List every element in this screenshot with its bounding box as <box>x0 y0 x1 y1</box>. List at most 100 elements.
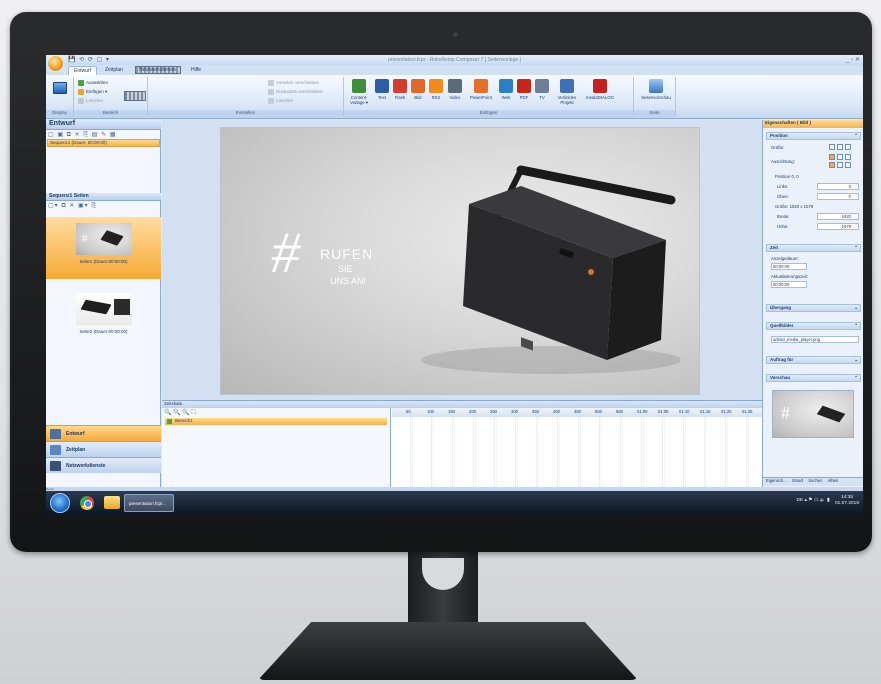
quellbild-field[interactable]: adroid_media_player.png <box>771 336 859 343</box>
section-position-label: Position <box>770 133 788 138</box>
section-position[interactable]: Position ⌃ <box>766 132 861 140</box>
sequence-item[interactable]: Sequenz1 (Dauer: 00:00:00) <box>47 139 160 147</box>
align-top-icon[interactable] <box>837 154 843 160</box>
nav-entwurf-label: Entwurf <box>66 431 85 437</box>
insert-button-2[interactable]: Flash <box>392 78 408 109</box>
timeline-tick: 01:25 <box>742 409 753 414</box>
timeline-zoom-tools[interactable]: 🔍 🔍 🔍 ⛶ <box>164 409 196 417</box>
tab-zeitplan[interactable]: Zeitplan <box>100 66 128 75</box>
oben-label: Oben: <box>777 194 789 199</box>
size-fill-icon[interactable] <box>837 144 843 150</box>
section-quellbilder[interactable]: Quellbilder ⌃ <box>766 322 861 330</box>
ribbon: Display Auswählen Einfügen ▾ Löschen Ber… <box>46 75 863 119</box>
auswaehlen-button[interactable]: Auswählen <box>78 80 108 88</box>
insert-type-icon <box>429 79 443 93</box>
timeline-row-label: Bereich1 <box>175 418 193 423</box>
section-zeit[interactable]: Zeit ⌃ <box>766 244 861 252</box>
insert-button-6[interactable]: PowerPoint <box>466 78 496 109</box>
loeschen-button[interactable]: Löschen <box>78 98 103 106</box>
nav-zeitplan[interactable]: Zeitplan <box>46 441 161 457</box>
pages-toolbar[interactable]: ▢▾ ⧉ ✕ ▣▾ ⎘ <box>48 202 97 210</box>
tab-smart[interactable]: Smart <box>792 478 803 483</box>
section-zeit-label: Zeit <box>770 245 779 250</box>
rueckwaerts-button[interactable]: Rückwärts verschieben <box>268 89 323 97</box>
folder-icon[interactable] <box>104 496 120 509</box>
application-menu-button[interactable] <box>48 56 63 71</box>
hoehe-input[interactable]: 1079 <box>817 223 859 230</box>
clock-time: 14:35 <box>840 495 853 500</box>
einfuegen-dropdown[interactable]: Einfügen ▾ <box>78 89 107 97</box>
section-uebergang[interactable]: Übergang ⌄ <box>766 304 861 312</box>
ribbon-group-einfuegen: Content-Vorlage ▾ Text Flash Bild RSS Video Po… <box>344 77 634 117</box>
timeline-row-bereich1[interactable]: Bereich1 <box>165 418 387 425</box>
insert-button-7[interactable]: Web <box>498 78 514 109</box>
page-1-label: Seite1 (Dauer:00:00:00) <box>79 259 128 264</box>
insert-button-1[interactable]: Text <box>374 78 390 109</box>
windows-taskbar: presentation.fcpr... DE ▴ ⚑ ▭ 🔈 ▮ 14:35 0… <box>46 491 863 515</box>
chevron-up-icon: ⌃ <box>854 245 858 250</box>
links-label: Links: <box>777 184 789 189</box>
tab-netzwerkdienste[interactable]: Netzwerkdienste <box>134 66 181 75</box>
seitenvorschau-button[interactable]: Seitenvorschau <box>640 78 672 109</box>
sequence-toolbar[interactable]: ▢ ▣ ⧉ ✕ ⎘ ▤ ✎ ▦ <box>48 131 116 139</box>
pages-panel-title: Sequenz1 Seiten <box>46 193 161 201</box>
size-stretch-icon[interactable] <box>845 144 851 150</box>
align-top-right-icon[interactable] <box>845 154 851 160</box>
insert-button-5[interactable]: Video <box>446 78 464 109</box>
tray-icons[interactable]: DE ▴ ⚑ ▭ 🔈 ▮ <box>796 498 829 503</box>
align-left-icon[interactable] <box>829 162 835 168</box>
section-auftrag[interactable]: Auftrag für ⌄ <box>766 356 861 364</box>
section-vorschau[interactable]: Vorschau ⌃ <box>766 374 861 382</box>
align-top-left-icon[interactable] <box>829 154 835 160</box>
page-thumbnail-2[interactable]: Seite2 (Dauer:00:00:00) <box>46 287 161 349</box>
insert-button-3[interactable]: Bild <box>410 78 426 109</box>
timeline-tick: 01:15 <box>700 409 711 414</box>
tab-eigenschaften[interactable]: Eigensch... <box>766 478 787 483</box>
window-controls[interactable]: _ ▫ ✕ <box>846 56 860 63</box>
nav-entwurf[interactable]: Entwurf <box>46 425 161 441</box>
anzeigedauer-input[interactable]: 00:00:00 <box>771 263 807 270</box>
insert-type-icon <box>448 79 462 93</box>
insert-button-4[interactable]: RSS <box>428 78 444 109</box>
language-indicator[interactable]: DE <box>796 498 803 503</box>
tab-entwurf[interactable]: Entwurf <box>68 66 97 75</box>
insert-button-0[interactable]: Content-Vorlage ▾ <box>346 78 372 109</box>
tab-alben[interactable]: Alben <box>828 478 839 483</box>
oben-input[interactable]: 0 <box>817 193 859 200</box>
clock[interactable]: 14:35 01.07.2016 <box>835 495 859 507</box>
align-right-icon[interactable] <box>845 162 851 168</box>
timeline-tick: 200 <box>469 409 476 414</box>
einstellen-loeschen-button[interactable]: Löschen <box>268 98 293 106</box>
insert-button-8[interactable]: PDF <box>516 78 532 109</box>
display-monitor-icon[interactable] <box>53 82 67 94</box>
ribbon-tab-bar: Entwurf Zeitplan Netzwerkdienste Hilfe <box>46 65 863 75</box>
taskbar-app-button[interactable]: presentation.fcpr... <box>124 494 174 512</box>
size-fit-icon[interactable] <box>829 144 835 150</box>
windows-start-button[interactable] <box>50 493 70 513</box>
delete-icon <box>78 98 84 104</box>
page-thumbnail-1[interactable]: # Seite1 (Dauer:00:00:00) <box>46 217 161 279</box>
tab-hilfe[interactable]: Hilfe <box>186 66 206 75</box>
breite-input[interactable]: 1920 <box>817 213 859 220</box>
insert-button-label: mediaDIALOG <box>586 95 614 100</box>
aktualisierungszeit-input[interactable]: 00:00:00 <box>771 281 807 288</box>
page-2-label: Seite2 (Dauer:00:00:00) <box>79 329 128 334</box>
chevron-up-icon: ⌃ <box>854 133 858 138</box>
align-center-icon[interactable] <box>837 162 843 168</box>
chevron-down-icon: ⌄ <box>854 305 858 310</box>
insert-button-10[interactable]: Verlinktes Projekt <box>552 78 582 109</box>
device-thumbnail-icon <box>79 299 112 315</box>
nav-netzwerkdienste[interactable]: Netzwerkdienste <box>46 457 161 473</box>
links-input[interactable]: 0 <box>817 183 859 190</box>
vorwaerts-button[interactable]: Vorwärts verschieben <box>268 80 319 88</box>
slide-canvas[interactable]: # RUFEN SIE UNS AN! <box>220 127 700 395</box>
insert-button-11[interactable]: mediaDIALOG <box>584 78 616 109</box>
tab-suchen[interactable]: Suchen <box>808 478 822 483</box>
network-icon <box>50 461 61 471</box>
chrome-icon[interactable] <box>80 496 94 510</box>
image-preview: # <box>772 390 854 438</box>
timeline-grid[interactable] <box>392 417 762 491</box>
insert-button-9[interactable]: TV <box>534 78 550 109</box>
insert-type-icon <box>375 79 389 93</box>
position-value: Position 0, 0 <box>775 174 799 179</box>
